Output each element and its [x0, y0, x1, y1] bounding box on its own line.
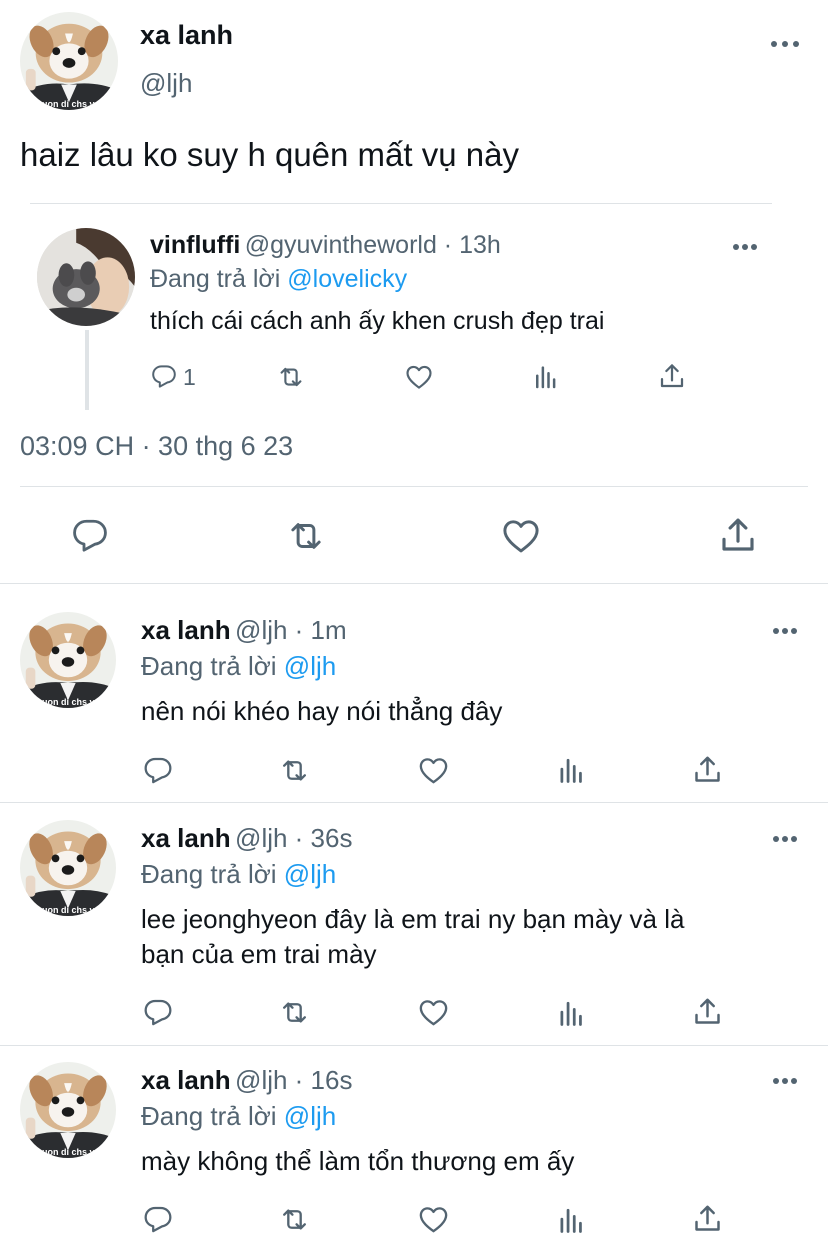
- replying-to: Đang trả lời @ljh: [141, 651, 336, 682]
- share-icon[interactable]: [691, 753, 724, 786]
- author-name[interactable]: xa lanh: [141, 823, 231, 853]
- more-icon[interactable]: [773, 835, 801, 843]
- retweet-icon[interactable]: [278, 996, 311, 1029]
- reply-header: xa lanh @ljh · 1m: [141, 615, 347, 646]
- replying-to: Đang trả lời @ljh: [141, 1101, 336, 1132]
- reply-icon[interactable]: [142, 754, 174, 786]
- author-handle-time[interactable]: @ljh · 1m: [235, 615, 347, 645]
- thread-line: [85, 330, 89, 410]
- author-handle-time[interactable]: @ljh · 36s: [235, 823, 352, 853]
- share-icon[interactable]: [717, 514, 759, 556]
- like-icon[interactable]: [500, 515, 542, 557]
- replying-handle-link[interactable]: @lovelicky: [287, 265, 407, 293]
- more-icon[interactable]: [773, 627, 801, 635]
- divider: [20, 486, 808, 487]
- quoted-handle-time[interactable]: @gyuvintheworld · 13h: [245, 231, 501, 259]
- avatar[interactable]: muon di chs vs t: [20, 1062, 116, 1158]
- author-name[interactable]: xa lanh: [141, 1065, 231, 1095]
- views-icon[interactable]: [555, 754, 588, 787]
- divider: [0, 1045, 828, 1046]
- timestamp[interactable]: 03:09 CH · 30 thg 6 23: [20, 431, 293, 462]
- reply-header: xa lanh @ljh · 16s: [141, 1065, 352, 1096]
- avatar[interactable]: muon di chs vs t: [20, 820, 116, 916]
- share-icon[interactable]: [691, 1202, 724, 1235]
- reply-icon[interactable]: [142, 1203, 174, 1235]
- replying-prefix: Đang trả lời: [141, 1101, 277, 1131]
- more-icon[interactable]: [773, 1077, 801, 1085]
- reply-text: mày không thể làm tổn thương em ấy: [141, 1146, 575, 1176]
- divider: [0, 802, 828, 803]
- retweet-icon[interactable]: [278, 754, 311, 787]
- avatar-caption: muon di chs vs t: [34, 1147, 106, 1157]
- avatar-caption: muon di chs vs t: [34, 905, 106, 915]
- reply-text-line-1: lee jeonghyeon đây là em trai ny bạn mày…: [141, 904, 685, 934]
- views-icon[interactable]: [531, 362, 561, 392]
- replying-prefix: Đang trả lời: [141, 859, 277, 889]
- quoted-header: vinfluffi @gyuvintheworld · 13h: [150, 231, 501, 260]
- like-icon[interactable]: [417, 996, 450, 1029]
- retweet-icon[interactable]: [285, 515, 327, 557]
- more-icon[interactable]: [733, 243, 761, 251]
- avatar-caption: muon di chs vs t: [34, 697, 106, 707]
- replying-to: Đang trả lời @ljh: [141, 859, 336, 890]
- replying-handle-link[interactable]: @ljh: [284, 651, 336, 681]
- replying-to: Đang trả lời @lovelicky: [150, 265, 407, 294]
- divider: [30, 203, 772, 204]
- replying-prefix: Đang trả lời: [141, 651, 277, 681]
- quoted-name[interactable]: vinfluffi: [150, 231, 240, 259]
- replying-prefix: Đang trả lời: [150, 265, 281, 293]
- reply-text: nên nói khéo hay nói thẳng đây: [141, 696, 503, 726]
- share-icon[interactable]: [691, 995, 724, 1028]
- avatar-caption: muon di chs vs t: [34, 99, 106, 109]
- avatar[interactable]: muon di chs vs t: [20, 612, 116, 708]
- like-icon[interactable]: [417, 1203, 450, 1236]
- author-name[interactable]: xa lanh: [140, 20, 233, 51]
- more-icon[interactable]: [771, 40, 799, 48]
- reply-header: xa lanh @ljh · 36s: [141, 823, 352, 854]
- reply-icon[interactable]: [70, 515, 110, 555]
- tweet-text: haiz lâu ko suy h quên mất vụ này: [20, 136, 519, 173]
- replying-handle-link[interactable]: @ljh: [284, 859, 336, 889]
- views-icon[interactable]: [555, 1204, 588, 1237]
- avatar[interactable]: muon di chs vs t: [20, 12, 118, 110]
- retweet-icon[interactable]: [278, 1203, 311, 1236]
- reply-icon[interactable]: [142, 996, 174, 1028]
- author-handle-time[interactable]: @ljh · 16s: [235, 1065, 352, 1095]
- quoted-avatar[interactable]: [37, 228, 135, 326]
- reply-count: 1: [183, 364, 196, 390]
- author-handle[interactable]: @ljh: [140, 68, 192, 99]
- author-name[interactable]: xa lanh: [141, 615, 231, 645]
- views-icon[interactable]: [555, 997, 588, 1030]
- like-icon[interactable]: [404, 362, 434, 392]
- reply-text-line-2: bạn của em trai mày: [141, 939, 377, 969]
- retweet-icon[interactable]: [276, 362, 306, 392]
- reply-icon[interactable]: [150, 362, 178, 390]
- divider: [0, 583, 828, 584]
- replying-handle-link[interactable]: @ljh: [284, 1101, 336, 1131]
- quoted-text: thích cái cách anh ấy khen crush đẹp tra…: [150, 307, 605, 335]
- like-icon[interactable]: [417, 754, 450, 787]
- share-icon[interactable]: [657, 361, 687, 391]
